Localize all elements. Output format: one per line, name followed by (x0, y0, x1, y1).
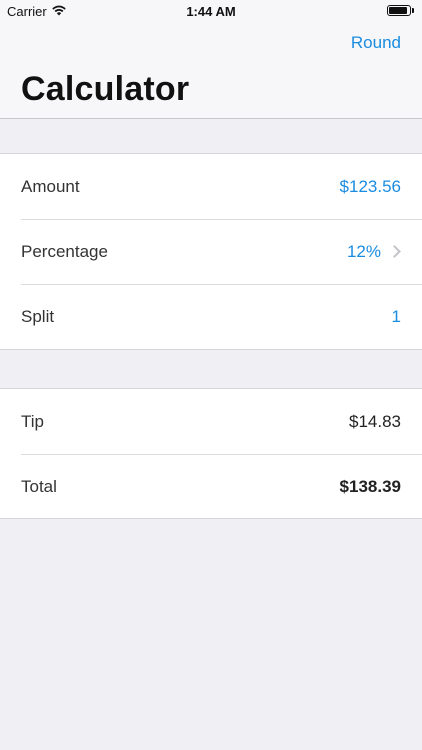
percentage-row[interactable]: Percentage 12% (0, 219, 422, 284)
total-value: $138.39 (339, 476, 401, 496)
amount-label: Amount (21, 176, 80, 196)
page-title: Calculator (21, 70, 190, 108)
status-time: 1:44 AM (186, 4, 236, 19)
status-bar: Carrier 1:44 AM (0, 0, 422, 22)
split-row[interactable]: Split 1 (0, 284, 422, 349)
percentage-value: 12% (346, 241, 381, 261)
amount-value[interactable]: $123.56 (340, 177, 401, 197)
round-button[interactable]: Round (351, 33, 401, 53)
battery-tip (412, 8, 414, 13)
result-group: Tip $14.83 Total $138.39 (0, 388, 422, 519)
navigation-bar: Round Calculator (0, 22, 422, 119)
battery-fill (389, 7, 407, 14)
split-label: Split (21, 306, 55, 326)
input-group: Amount $123.56 Percentage 12% Split 1 (0, 153, 422, 350)
total-row: Total $138.39 (0, 454, 422, 519)
tip-value: $14.83 (349, 411, 401, 431)
chevron-right-icon (388, 245, 401, 258)
status-right (387, 5, 414, 16)
amount-row[interactable]: Amount $123.56 (0, 154, 422, 219)
total-label: Total (21, 476, 57, 496)
split-value[interactable]: 1 (392, 307, 401, 327)
battery-icon (387, 5, 411, 16)
percentage-label: Percentage (21, 241, 108, 261)
tip-label: Tip (21, 411, 44, 431)
tip-row: Tip $14.83 (0, 389, 422, 454)
